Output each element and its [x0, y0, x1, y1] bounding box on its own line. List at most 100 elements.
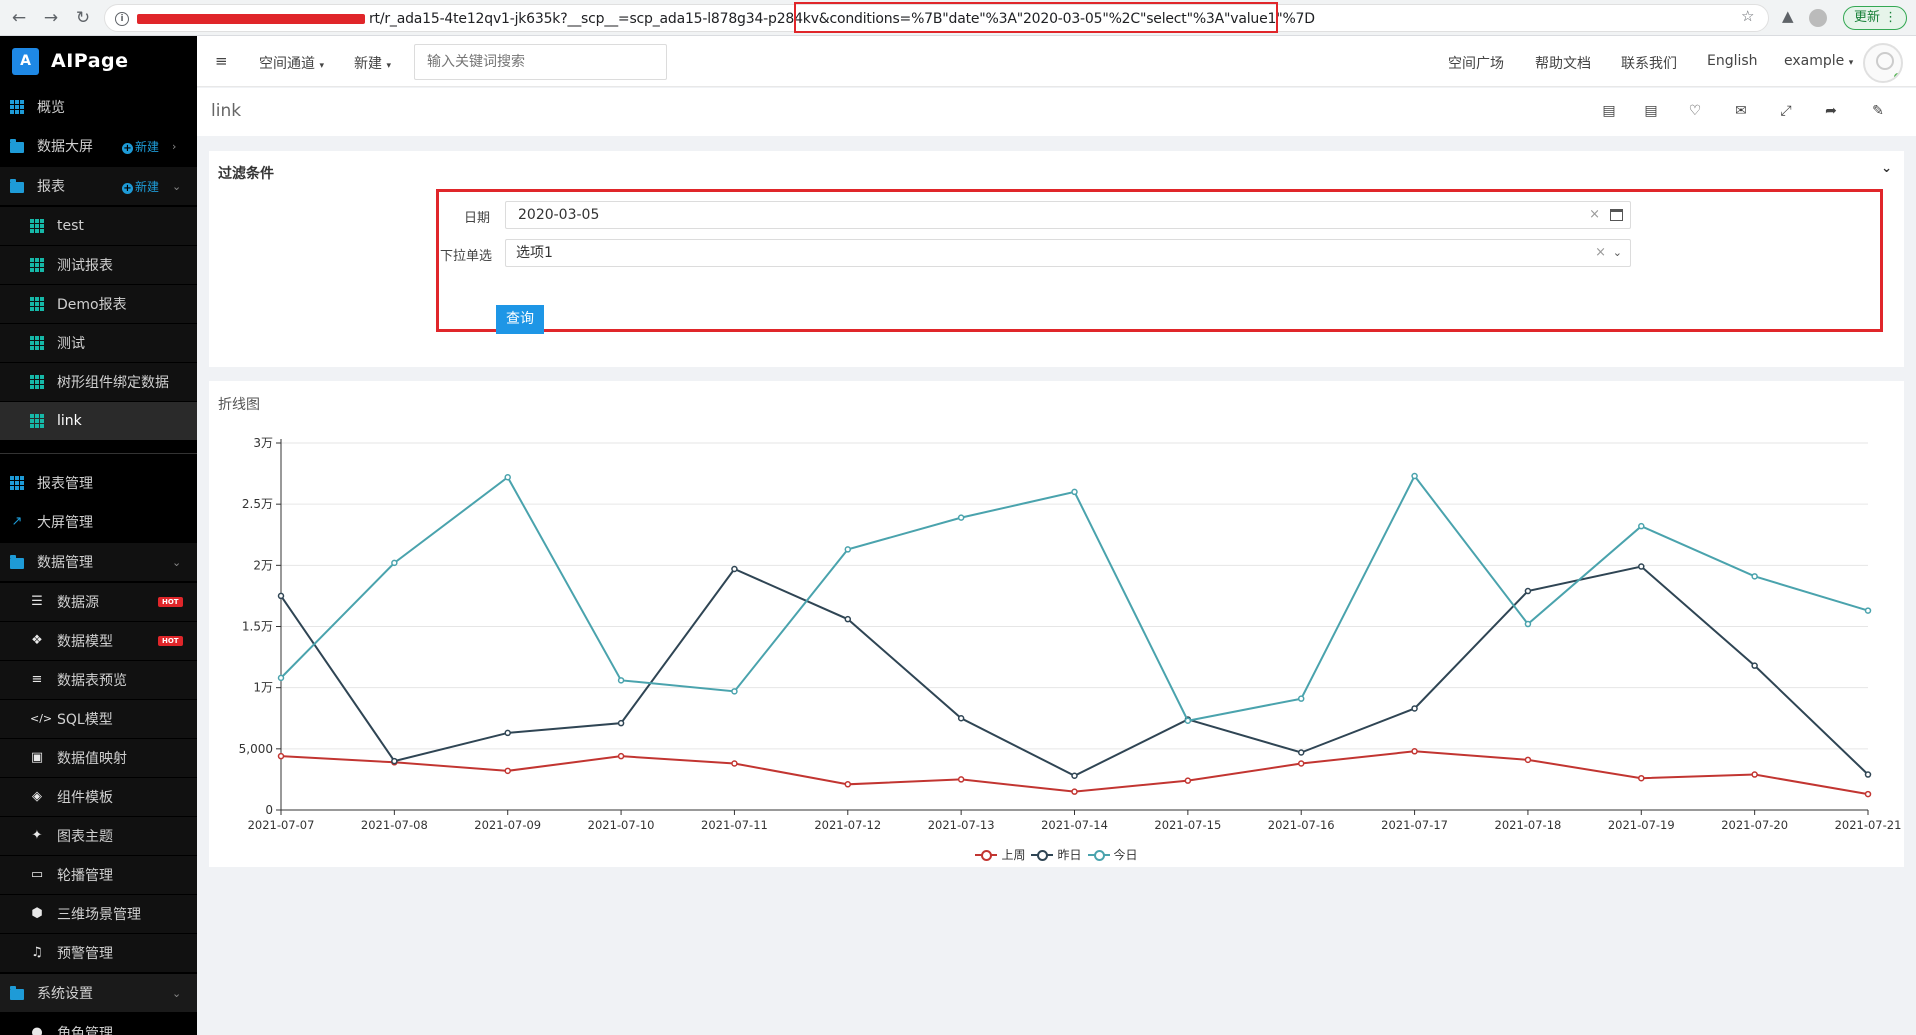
report-icon: [30, 336, 44, 350]
reload-icon[interactable]: ↻: [72, 7, 94, 29]
sidebar-item-test[interactable]: test: [0, 207, 197, 245]
fullscreen-icon[interactable]: ⤢: [1776, 101, 1796, 121]
clear-icon[interactable]: ×: [1589, 202, 1600, 228]
series-line: [280, 474, 1869, 722]
sidebar-item-ceshi[interactable]: 测试: [0, 324, 197, 362]
database-icon: ☰: [31, 594, 43, 609]
legend-item[interactable]: 昨日: [1031, 846, 1082, 863]
legend-item[interactable]: 上周: [975, 846, 1025, 863]
sidebar-item-reports[interactable]: 报表 + 新建 ⌄: [0, 167, 197, 205]
space-channel-menu[interactable]: 空间通道 ▾: [259, 53, 324, 73]
app-logo[interactable]: A AIPage: [0, 36, 197, 86]
data-point: [957, 776, 965, 783]
sidebar-item-value-mapping[interactable]: ▣ 数据值映射: [0, 739, 197, 777]
x-tick-label: 2021-07-10: [588, 818, 655, 832]
sidebar-item-demo-report[interactable]: Demo报表: [0, 285, 197, 323]
data-point: [1411, 472, 1418, 480]
avatar[interactable]: [1863, 43, 1903, 83]
query-button[interactable]: 查询: [496, 305, 544, 334]
date-label: 日期: [464, 211, 491, 226]
sidebar-item-sql-model[interactable]: </> SQL模型: [0, 700, 197, 738]
data-point: [617, 677, 625, 684]
book-icon: ▣: [30, 750, 44, 765]
data-point: [1864, 790, 1872, 798]
chevron-down-icon: ⌄: [1612, 246, 1622, 259]
chart-panel: 折线图 0 5,000 1万 1.5万 2万 2.5万 3万 2021-07-07 2021-0…: [209, 381, 1904, 867]
single-select[interactable]: 选项1 × ⌄: [505, 239, 1631, 267]
y-tick-label: 0: [265, 803, 273, 817]
clear-icon[interactable]: ×: [1595, 240, 1606, 266]
export-pdf-icon[interactable]: ▤: [1599, 101, 1619, 121]
back-icon[interactable]: ←: [8, 7, 30, 29]
line-chart: 0 5,000 1万 1.5万 2万 2.5万 3万 2021-07-07 2021-07-08…: [239, 436, 1902, 832]
sidebar-item-3d-scene[interactable]: ⬢ 三维场景管理: [0, 895, 197, 933]
data-point: [1411, 748, 1418, 755]
sidebar-item-overview[interactable]: 概览: [0, 88, 197, 126]
folder-icon: [10, 178, 24, 193]
sidebar-item-test-report[interactable]: 测试报表: [0, 246, 197, 284]
new-report-link[interactable]: + 新建: [122, 178, 159, 195]
sidebar-item-screen-management[interactable]: ↗ 大屏管理: [0, 503, 197, 541]
share-icon[interactable]: ➦: [1821, 101, 1841, 121]
new-menu[interactable]: 新建 ▾: [354, 53, 391, 73]
sidebar-item-carousel[interactable]: ▭ 轮播管理: [0, 856, 197, 894]
email-icon[interactable]: ✉: [1731, 101, 1751, 121]
x-tick-label: 2021-07-19: [1608, 818, 1675, 832]
sidebar-item-tree-binding[interactable]: 树形组件绑定数据: [0, 363, 197, 401]
sidebar-item-label: 三维场景管理: [57, 907, 141, 923]
x-tick-label: 2021-07-12: [814, 818, 881, 832]
extension-icon[interactable]: ▲: [1782, 7, 1794, 25]
sidebar-item-label: Demo报表: [57, 297, 127, 313]
menu-toggle-icon[interactable]: ≡: [215, 52, 228, 70]
select-value: 选项1: [516, 245, 553, 261]
legend-item[interactable]: 今日: [1087, 846, 1138, 863]
data-point: [1297, 695, 1305, 702]
collapse-icon[interactable]: ⌄: [1881, 161, 1892, 176]
sidebar-item-label: 轮播管理: [57, 868, 113, 884]
sidebar-item-data-screen[interactable]: 数据大屏 + 新建 ›: [0, 127, 197, 165]
data-point: [391, 559, 398, 567]
browser-update-button[interactable]: 更新 ⋮: [1843, 6, 1907, 30]
line-chart-icon: ↗: [11, 514, 23, 529]
sidebar-item-table-preview[interactable]: ≡ 数据表预览: [0, 661, 197, 699]
filter-form-highlight: 日期 2020-03-05 × 下拉单选 选项1 × ⌄ 查询: [436, 189, 1883, 334]
sidebar-item-role-management[interactable]: ● 角色管理: [0, 1014, 197, 1035]
report-icon: [30, 258, 44, 272]
data-point: [1864, 771, 1872, 778]
help-docs-link[interactable]: 帮助文档: [1535, 53, 1591, 73]
data-point: [504, 729, 511, 737]
language-switch[interactable]: English: [1707, 53, 1758, 69]
report-icon: [30, 375, 44, 389]
user-menu[interactable]: example ▾: [1784, 53, 1853, 69]
forward-icon[interactable]: →: [40, 7, 62, 29]
sidebar-item-datasource[interactable]: ☰ 数据源 HOT: [0, 583, 197, 621]
sidebar-item-link[interactable]: link: [0, 402, 197, 440]
date-field[interactable]: 2020-03-05 ×: [505, 201, 1631, 229]
chevron-right-icon: ›: [172, 139, 177, 153]
sidebar-item-component-template[interactable]: ◈ 组件模板: [0, 778, 197, 816]
data-point: [391, 757, 398, 765]
new-label: 新建: [135, 139, 160, 154]
sidebar-item-data-model[interactable]: ❖ 数据模型 HOT: [0, 622, 197, 660]
search-input[interactable]: [414, 44, 667, 80]
sidebar-item-chart-theme[interactable]: ✦ 图表主题: [0, 817, 197, 855]
favorite-heart-icon[interactable]: ♡: [1685, 101, 1705, 121]
sidebar-item-alerts[interactable]: ♫ 预警管理: [0, 934, 197, 972]
data-point: [1638, 774, 1645, 782]
profile-icon[interactable]: [1809, 9, 1827, 27]
sidebar-item-system-settings[interactable]: 系统设置 ⌄: [0, 974, 197, 1012]
edit-pencil-icon[interactable]: ✎: [1868, 101, 1888, 121]
sidebar-item-report-management[interactable]: 报表管理: [0, 464, 197, 502]
calendar-icon[interactable]: [1610, 209, 1623, 221]
space-square-link[interactable]: 空间广场: [1448, 53, 1504, 73]
bookmark-star-icon[interactable]: ☆: [1741, 7, 1754, 25]
x-tick-label: 2021-07-09: [474, 818, 541, 832]
site-info-icon[interactable]: i: [115, 12, 129, 26]
caret-down-icon: ▾: [386, 61, 391, 71]
export-excel-icon[interactable]: ▤: [1641, 101, 1661, 121]
data-point: [731, 688, 738, 695]
contact-us-link[interactable]: 联系我们: [1621, 53, 1677, 73]
sidebar-item-label: 测试报表: [57, 258, 113, 274]
sidebar-item-data-management[interactable]: 数据管理 ⌄: [0, 543, 197, 581]
new-screen-link[interactable]: + 新建: [122, 138, 159, 155]
